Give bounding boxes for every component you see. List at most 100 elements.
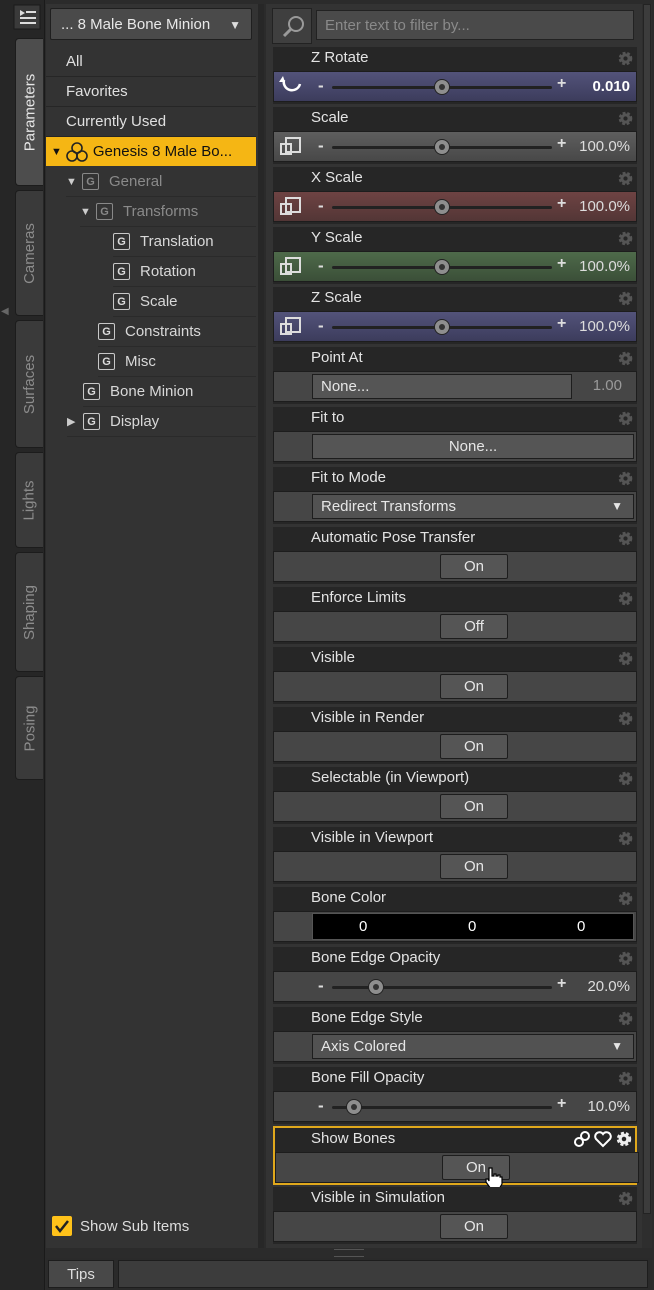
gear-icon[interactable]	[617, 890, 634, 907]
tree-item-translation[interactable]: G Translation	[113, 227, 256, 257]
gear-icon[interactable]	[617, 230, 634, 247]
param-title: Scale	[311, 109, 349, 126]
tree-item-general[interactable]: ▼ G General	[66, 167, 256, 197]
gear-icon[interactable]	[617, 1190, 634, 1207]
bone-edge-style-dropdown[interactable]: Axis Colored ▼	[312, 1034, 634, 1059]
gear-icon[interactable]	[617, 650, 634, 667]
gear-icon[interactable]	[617, 1070, 634, 1087]
show-sub-items-checkbox[interactable]: Show Sub Items	[52, 1216, 189, 1236]
expand-arrow-icon[interactable]: ▼	[51, 146, 62, 158]
toggle-button[interactable]: On	[440, 854, 508, 879]
filter-bar	[272, 8, 634, 44]
resize-grip[interactable]	[334, 1249, 364, 1257]
slider-knob[interactable]	[434, 319, 450, 335]
fit-to-button[interactable]: None...	[312, 434, 634, 459]
slider-knob[interactable]	[434, 199, 450, 215]
tips-tab[interactable]: Tips	[48, 1260, 114, 1288]
tree-item-transforms[interactable]: ▼ G Transforms	[80, 197, 256, 227]
param-slider[interactable]: - + 100.0%	[273, 251, 637, 282]
param-title: Fit to Mode	[311, 469, 387, 486]
category-currently-used[interactable]: Currently Used	[46, 107, 256, 137]
param-visible: Visible On	[273, 647, 637, 704]
toggle-label: On	[463, 678, 484, 695]
slider-knob[interactable]	[434, 139, 450, 155]
figure-group-icon	[66, 141, 88, 162]
heart-icon[interactable]	[593, 1130, 613, 1148]
gear-icon[interactable]	[617, 350, 634, 367]
pane-splitter[interactable]	[258, 4, 264, 1248]
toggle-button[interactable]: On	[440, 734, 508, 759]
param-value[interactable]: 100.0%	[579, 138, 630, 155]
gear-icon[interactable]	[617, 950, 634, 967]
gear-icon[interactable]	[617, 710, 634, 727]
tree-item-display[interactable]: ▶ G Display	[67, 407, 256, 437]
toggle-button[interactable]: On	[440, 794, 508, 819]
tab-parameters[interactable]: Parameters	[15, 38, 43, 186]
param-value[interactable]: 10.0%	[587, 1098, 630, 1115]
toggle-button[interactable]: Off	[440, 614, 508, 639]
gear-icon[interactable]	[617, 170, 634, 187]
category-label: Currently Used	[66, 113, 167, 130]
toggle-button[interactable]: On	[440, 674, 508, 699]
gear-icon[interactable]	[617, 470, 634, 487]
tree-item-rotation[interactable]: G Rotation	[113, 257, 256, 287]
gear-icon[interactable]	[617, 590, 634, 607]
collapse-arrow-icon[interactable]: ◀	[1, 306, 9, 317]
tab-shaping[interactable]: Shaping	[15, 552, 43, 672]
param-slider[interactable]: - + 10.0%	[273, 1091, 637, 1122]
param-value[interactable]: 100.0%	[579, 258, 630, 275]
toggle-button[interactable]: On	[440, 1214, 508, 1239]
scrollbar-thumb[interactable]	[643, 4, 651, 1214]
tree-item-scale[interactable]: G Scale	[113, 287, 256, 317]
param-title: Visible in Viewport	[311, 829, 434, 846]
gear-icon[interactable]	[617, 530, 634, 547]
category-all[interactable]: All	[46, 47, 256, 77]
param-value[interactable]: 0.010	[592, 78, 630, 95]
tree-item-misc[interactable]: G Misc	[98, 347, 256, 377]
vertical-scrollbar[interactable]	[642, 4, 652, 1248]
tab-surfaces[interactable]: Surfaces	[15, 320, 43, 448]
slider-knob[interactable]	[346, 1099, 362, 1115]
fit-to-mode-dropdown[interactable]: Redirect Transforms ▼	[312, 494, 634, 519]
param-value[interactable]: 20.0%	[587, 978, 630, 995]
param-value[interactable]: 1.00	[593, 377, 622, 394]
slider-knob[interactable]	[434, 259, 450, 275]
gear-icon[interactable]	[617, 50, 634, 67]
category-favorites[interactable]: Favorites	[46, 77, 256, 107]
link-icon[interactable]	[573, 1130, 591, 1148]
search-icon[interactable]	[272, 8, 312, 44]
minus-icon: -	[318, 136, 324, 155]
tab-posing[interactable]: Posing	[15, 676, 43, 780]
panel-menu-button[interactable]	[13, 4, 41, 30]
param-value[interactable]: 100.0%	[579, 198, 630, 215]
param-slider[interactable]: - + 0.010	[273, 71, 637, 102]
gear-icon[interactable]	[617, 1010, 634, 1027]
gear-icon[interactable]	[617, 770, 634, 787]
point-at-button[interactable]: None...	[312, 374, 572, 399]
gear-icon[interactable]	[615, 1130, 633, 1148]
filter-input[interactable]	[316, 10, 634, 40]
param-slider[interactable]: - + 100.0%	[273, 191, 637, 222]
param-slider[interactable]: - + 100.0%	[273, 131, 637, 162]
tab-lights[interactable]: Lights	[15, 452, 43, 548]
node-selector-dropdown[interactable]: ... 8 Male Bone Minion ▼	[50, 8, 252, 40]
tab-cameras[interactable]: Cameras	[15, 190, 43, 316]
expand-arrow-icon[interactable]: ▼	[66, 176, 82, 188]
color-swatch[interactable]: 0 0 0	[312, 913, 634, 940]
toggle-button[interactable]: On	[440, 554, 508, 579]
slider-knob[interactable]	[434, 79, 450, 95]
gear-icon[interactable]	[617, 290, 634, 307]
tree-item-genesis-root[interactable]: ▼ Genesis 8 Male Bo...	[46, 137, 256, 166]
gear-icon[interactable]	[617, 830, 634, 847]
expand-arrow-icon[interactable]: ▶	[67, 415, 83, 428]
param-slider[interactable]: - + 100.0%	[273, 311, 637, 342]
param-slider[interactable]: - + 20.0%	[273, 971, 637, 1002]
tree-item-constraints[interactable]: G Constraints	[98, 317, 256, 347]
gear-icon[interactable]	[617, 110, 634, 127]
param-value[interactable]: 100.0%	[579, 318, 630, 335]
tab-label: Cameras	[21, 222, 39, 284]
expand-arrow-icon[interactable]: ▼	[80, 206, 96, 218]
tree-item-bone-minion[interactable]: G Bone Minion	[83, 377, 256, 407]
slider-knob[interactable]	[368, 979, 384, 995]
gear-icon[interactable]	[617, 410, 634, 427]
